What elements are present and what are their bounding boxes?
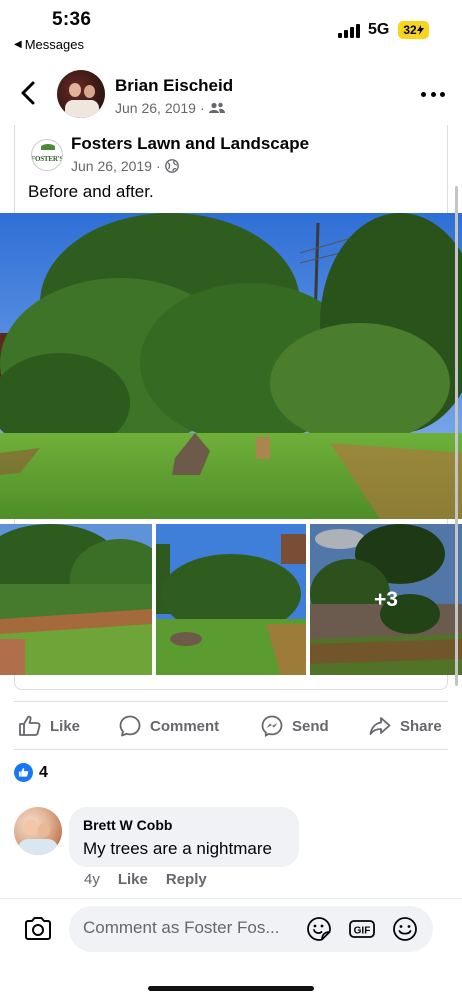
- friends-icon: [208, 102, 225, 113]
- camera-icon[interactable]: [22, 913, 54, 945]
- post-meta: Jun 26, 2019 ·: [115, 100, 225, 116]
- scrollbar[interactable]: [455, 186, 458, 686]
- more-options-icon[interactable]: [421, 82, 445, 106]
- post-actions: Like Comment Send Share: [0, 705, 462, 747]
- meta-dot: ·: [155, 158, 161, 174]
- photo-thumb[interactable]: [0, 524, 152, 675]
- page-logo-text: FOSTER'S: [31, 155, 63, 163]
- like-button[interactable]: Like: [18, 711, 80, 741]
- gif-icon[interactable]: GIF: [348, 915, 376, 943]
- network-label: 5G: [368, 21, 390, 38]
- comment-like-button[interactable]: Like: [118, 871, 148, 888]
- composer-placeholder: Comment as Foster Fos...: [83, 918, 280, 937]
- main-photo[interactable]: [0, 213, 462, 519]
- status-time: 5:36: [52, 9, 92, 30]
- send-label: Send: [292, 717, 329, 735]
- landscape-photo-image: [0, 213, 462, 519]
- commenter-avatar[interactable]: [14, 807, 62, 855]
- status-bar: 5:36 ◀ Messages 5G 32: [0, 0, 462, 60]
- logo-leaf-icon: [41, 144, 55, 150]
- shared-meta: Jun 26, 2019 ·: [71, 158, 179, 174]
- send-button[interactable]: Send: [260, 711, 329, 741]
- page-name[interactable]: Fosters Lawn and Landscape: [71, 134, 309, 154]
- like-reaction-icon: [14, 763, 33, 782]
- reactions-summary[interactable]: 4: [14, 763, 48, 782]
- charging-bolt-icon: [416, 25, 424, 35]
- post-caption: Before and after.: [28, 182, 154, 201]
- reaction-count: 4: [39, 763, 48, 781]
- like-label: Like: [50, 717, 81, 735]
- photo-thumb-more[interactable]: +3: [310, 524, 462, 675]
- shared-date[interactable]: Jun 26, 2019: [71, 158, 152, 174]
- post-header: Brian Eischeid Jun 26, 2019 ·: [0, 64, 462, 124]
- thumbs-up-icon: [19, 715, 41, 736]
- home-indicator[interactable]: [148, 986, 314, 991]
- author-name[interactable]: Brian Eischeid: [115, 76, 233, 96]
- signal-icon: [338, 24, 360, 38]
- comment-text: My trees are a nightmare: [83, 839, 272, 858]
- landscape-thumb-image: [156, 524, 306, 675]
- back-triangle-icon: ◀: [14, 39, 22, 50]
- gif-label: GIF: [354, 926, 371, 937]
- divider: [14, 701, 448, 702]
- messenger-icon: [261, 715, 283, 738]
- share-label: Share: [400, 717, 442, 735]
- comment-reply-button[interactable]: Reply: [166, 871, 207, 888]
- comment-composer[interactable]: Comment as Foster Fos... GIF: [69, 906, 433, 952]
- more-photos-count: +3: [374, 587, 398, 611]
- battery-icon: 32: [398, 21, 429, 39]
- globe-icon: [164, 159, 179, 173]
- meta-dot: ·: [199, 100, 205, 116]
- comment-button[interactable]: Comment: [118, 711, 219, 741]
- back-to-messages[interactable]: ◀ Messages: [14, 37, 84, 52]
- comment-label: Comment: [150, 717, 220, 735]
- divider: [0, 898, 462, 899]
- page-avatar[interactable]: FOSTER'S: [31, 139, 63, 171]
- comment-age: 4y: [84, 871, 100, 888]
- sticker-icon[interactable]: [305, 915, 333, 943]
- author-avatar[interactable]: [57, 70, 105, 118]
- comment-actions: 4y Like Reply: [84, 871, 207, 888]
- comment-bubble-icon: [119, 715, 141, 737]
- emoji-icon[interactable]: [391, 915, 419, 943]
- more-photos-overlay[interactable]: +3: [310, 524, 462, 675]
- battery-level: 32: [403, 23, 417, 37]
- landscape-thumb-image: [0, 524, 152, 675]
- share-arrow-icon: [369, 717, 391, 735]
- comment-author[interactable]: Brett W Cobb: [83, 817, 172, 833]
- divider: [14, 749, 448, 750]
- comment-bubble[interactable]: Brett W Cobb My trees are a nightmare: [69, 807, 299, 867]
- back-app-label: Messages: [24, 37, 84, 52]
- photo-thumb[interactable]: [156, 524, 306, 675]
- post-date[interactable]: Jun 26, 2019: [115, 100, 196, 116]
- share-button[interactable]: Share: [368, 711, 442, 741]
- back-chevron-icon[interactable]: [18, 80, 40, 106]
